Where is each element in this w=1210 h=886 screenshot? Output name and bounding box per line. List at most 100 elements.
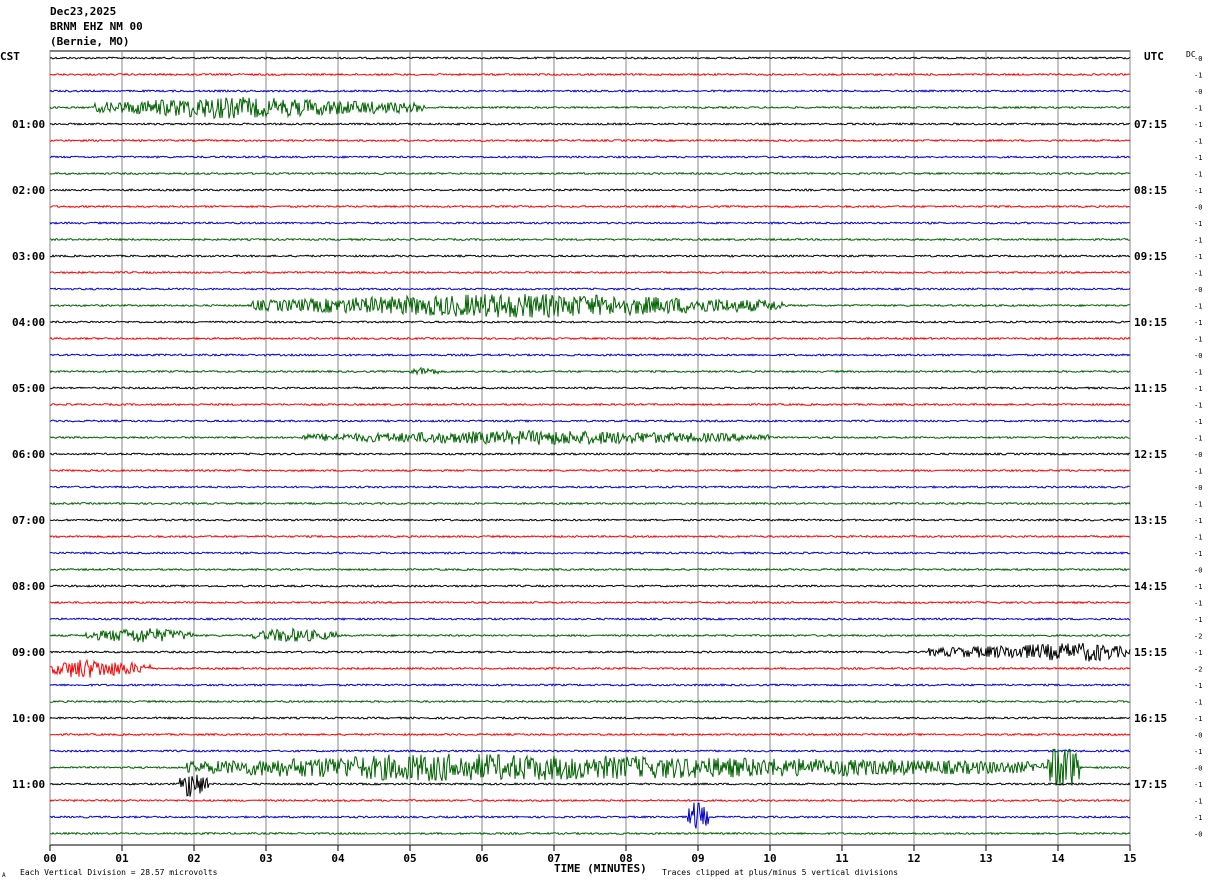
dc-offset-label: -1 bbox=[1194, 699, 1202, 707]
seismic-trace bbox=[49, 320, 1131, 324]
seismic-trace bbox=[49, 627, 1131, 643]
right-hour-label: 12:15 bbox=[1134, 448, 1167, 461]
helicorder-plot: 00 01 02 03 04 05 06 07 08 09 10 11 12 13 14 15-0-1-0-1… bbox=[12, 50, 1202, 865]
seismic-trace bbox=[49, 293, 1131, 319]
seismic-trace bbox=[49, 534, 1131, 539]
seismic-trace bbox=[49, 551, 1130, 555]
seismic-trace bbox=[49, 452, 1131, 456]
dc-offset-label: -1 bbox=[1194, 138, 1202, 146]
dc-offset-label: -1 bbox=[1194, 435, 1202, 443]
right-hour-label: 07:15 bbox=[1134, 118, 1167, 131]
left-hour-label: 03:00 bbox=[12, 250, 45, 263]
x-tick-label: 00 bbox=[43, 852, 56, 865]
dc-offset-label: -1 bbox=[1194, 649, 1202, 657]
right-hour-label: 08:15 bbox=[1134, 184, 1167, 197]
left-hour-label: 07:00 bbox=[12, 514, 45, 527]
dc-offset-label: -0 bbox=[1194, 765, 1202, 773]
seismic-trace bbox=[49, 336, 1131, 341]
dc-offset-label: -1 bbox=[1194, 253, 1202, 261]
dc-offset-label: -1 bbox=[1194, 171, 1202, 179]
seismic-trace bbox=[49, 56, 1131, 60]
dc-offset-label: -0 bbox=[1194, 484, 1202, 492]
dc-offset-label: -1 bbox=[1194, 385, 1202, 393]
dc-offset-label: -0 bbox=[1194, 732, 1202, 740]
seismic-trace bbox=[50, 518, 1131, 522]
dc-offset-label: -1 bbox=[1194, 583, 1202, 591]
seismic-trace bbox=[49, 802, 1131, 829]
dc-offset-label: -0 bbox=[1194, 831, 1202, 839]
right-hour-label: 17:15 bbox=[1134, 778, 1167, 791]
dc-offset-label: -1 bbox=[1194, 534, 1202, 542]
left-hour-label: 05:00 bbox=[12, 382, 45, 395]
x-tick-label: 12 bbox=[907, 852, 920, 865]
left-hour-label: 01:00 bbox=[12, 118, 45, 131]
right-hour-label: 15:15 bbox=[1134, 646, 1167, 659]
dc-offset-label: -1 bbox=[1194, 237, 1202, 245]
dc-offset-label: -1 bbox=[1194, 336, 1202, 344]
seismic-trace bbox=[49, 831, 1131, 836]
dc-offset-label: -0 bbox=[1194, 567, 1202, 575]
division-note: Each Vertical Division = 28.57 microvolt… bbox=[20, 868, 218, 877]
left-hour-label: 11:00 bbox=[12, 778, 45, 791]
seismic-trace bbox=[49, 584, 1131, 588]
x-tick-label: 05 bbox=[403, 852, 416, 865]
seismic-trace bbox=[49, 366, 1131, 376]
seismic-trace bbox=[49, 567, 1130, 572]
dc-offset-label: -1 bbox=[1194, 781, 1202, 789]
seismic-trace bbox=[49, 122, 1131, 126]
right-hour-label: 10:15 bbox=[1134, 316, 1167, 329]
x-tick-label: 06 bbox=[475, 852, 489, 865]
dc-offset-label: -1 bbox=[1194, 468, 1202, 476]
seismic-trace bbox=[49, 683, 1131, 687]
seismic-trace bbox=[49, 600, 1131, 605]
right-hour-label: 16:15 bbox=[1134, 712, 1167, 725]
dc-offset-label: -1 bbox=[1194, 319, 1202, 327]
dc-offset-label: -0 bbox=[1194, 286, 1202, 294]
seismic-trace bbox=[49, 287, 1131, 291]
x-tick-label: 03 bbox=[259, 852, 272, 865]
right-hour-label: 11:15 bbox=[1134, 382, 1167, 395]
seismic-trace bbox=[49, 171, 1131, 176]
dc-offset-label: -2 bbox=[1194, 666, 1202, 674]
seismic-trace bbox=[49, 155, 1131, 159]
seismic-trace bbox=[49, 402, 1131, 407]
dc-offset-label: -1 bbox=[1194, 501, 1202, 509]
right-hour-label: 13:15 bbox=[1134, 514, 1167, 527]
dc-offset-label: -1 bbox=[1194, 187, 1202, 195]
left-hour-label: 06:00 bbox=[12, 448, 45, 461]
seismic-trace bbox=[49, 353, 1131, 357]
seismic-trace bbox=[49, 501, 1131, 506]
x-tick-label: 01 bbox=[115, 852, 129, 865]
dc-offset-label: -1 bbox=[1194, 715, 1202, 723]
corner-mark: A bbox=[2, 872, 6, 879]
dc-offset-label: -1 bbox=[1194, 600, 1202, 608]
seismic-trace bbox=[49, 237, 1131, 242]
left-hour-label: 02:00 bbox=[12, 184, 45, 197]
seismic-trace bbox=[49, 716, 1131, 720]
seismic-trace bbox=[49, 748, 1131, 786]
x-tick-label: 15 bbox=[1123, 852, 1136, 865]
dc-offset-label: -0 bbox=[1194, 88, 1202, 96]
x-tick-label: 10 bbox=[763, 852, 776, 865]
seismic-trace bbox=[49, 72, 1131, 77]
seismic-trace bbox=[49, 188, 1130, 192]
seismic-trace bbox=[49, 468, 1131, 473]
left-hour-label: 09:00 bbox=[12, 646, 45, 659]
dc-offset-label: -1 bbox=[1194, 154, 1202, 162]
seismic-trace bbox=[49, 386, 1131, 390]
dc-offset-label: -1 bbox=[1194, 369, 1202, 377]
dc-offset-label: -1 bbox=[1194, 418, 1202, 426]
right-hour-label: 14:15 bbox=[1134, 580, 1167, 593]
x-tick-label: 11 bbox=[835, 852, 849, 865]
dc-offset-label: -1 bbox=[1194, 220, 1202, 228]
seismic-trace bbox=[49, 419, 1131, 423]
seismic-trace bbox=[49, 204, 1131, 209]
x-tick-label: 14 bbox=[1051, 852, 1065, 865]
dc-offset-label: -1 bbox=[1194, 402, 1202, 410]
dc-offset-label: -1 bbox=[1194, 517, 1202, 525]
dc-offset-label: -1 bbox=[1194, 72, 1202, 80]
dc-offset-label: -1 bbox=[1194, 105, 1202, 113]
dc-offset-label: -1 bbox=[1194, 270, 1202, 278]
left-hour-label: 04:00 bbox=[12, 316, 45, 329]
left-hour-label: 10:00 bbox=[12, 712, 45, 725]
